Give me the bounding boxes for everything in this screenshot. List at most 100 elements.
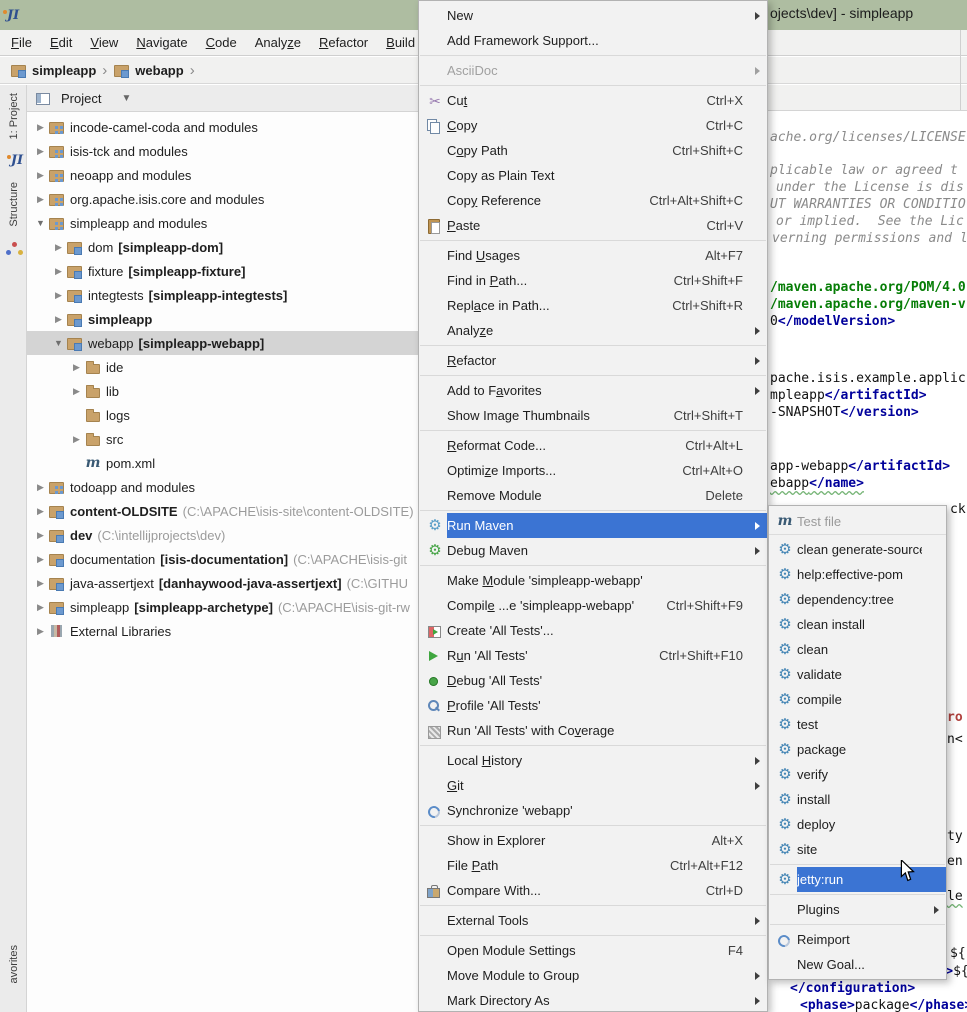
submenu-item-clean-install[interactable]: clean install — [769, 612, 946, 637]
tree-collapsed-icon[interactable] — [51, 314, 66, 325]
context-menu-item-debug-all-tests[interactable]: Debug 'All Tests' — [419, 668, 767, 693]
tree-item-simpleapp-and-modules[interactable]: simpleapp and modules — [27, 211, 430, 235]
breadcrumb-item-webapp[interactable]: webapp — [113, 62, 183, 78]
context-menu-item-paste[interactable]: PasteCtrl+V — [419, 213, 767, 238]
context-menu-item-asciidoc[interactable]: AsciiDoc — [419, 58, 767, 83]
context-menu-item-local-history[interactable]: Local History — [419, 748, 767, 773]
tree-collapsed-icon[interactable] — [33, 626, 48, 637]
tree-item-simpleapp[interactable]: simpleapp — [27, 307, 430, 331]
context-menu-item-run-all-tests[interactable]: Run 'All Tests'Ctrl+Shift+F10 — [419, 643, 767, 668]
tree-collapsed-icon[interactable] — [33, 530, 48, 541]
tree-collapsed-icon[interactable] — [33, 506, 48, 517]
submenu-item-install[interactable]: install — [769, 787, 946, 812]
submenu-item-plugins[interactable]: Plugins — [769, 897, 946, 922]
tree-item-todoapp-and-modules[interactable]: todoapp and modules — [27, 475, 430, 499]
submenu-item-reimport[interactable]: Reimport — [769, 927, 946, 952]
hierarchy-icon[interactable] — [6, 241, 22, 257]
tree-item-content-oldsite[interactable]: content-OLDSITE(C:\APACHE\isis-site\cont… — [27, 499, 430, 523]
project-panel-header[interactable]: Project ▼ — [27, 85, 430, 112]
tree-item-src[interactable]: src — [27, 427, 430, 451]
tree-collapsed-icon[interactable] — [33, 482, 48, 493]
tree-collapsed-icon[interactable] — [33, 578, 48, 589]
context-menu-item-profile-all-tests[interactable]: Profile 'All Tests' — [419, 693, 767, 718]
context-menu-item-show-image-thumbnails[interactable]: Show Image ThumbnailsCtrl+Shift+T — [419, 403, 767, 428]
submenu-item-package[interactable]: package — [769, 737, 946, 762]
tree-expanded-icon[interactable] — [33, 218, 48, 228]
context-menu-item-replace-in-path[interactable]: Replace in Path...Ctrl+Shift+R — [419, 293, 767, 318]
submenu-item-deploy[interactable]: deploy — [769, 812, 946, 837]
tree-item-fixture[interactable]: fixture[simpleapp-fixture] — [27, 259, 430, 283]
tree-collapsed-icon[interactable] — [51, 266, 66, 277]
context-menu-item-new[interactable]: New — [419, 3, 767, 28]
context-menu-item-copy-path[interactable]: Copy PathCtrl+Shift+C — [419, 138, 767, 163]
tree-collapsed-icon[interactable] — [33, 122, 48, 133]
tree-item-incode-camel-coda-and-modules[interactable]: incode-camel-coda and modules — [27, 115, 430, 139]
tool-window-button-favorites[interactable]: avorites — [8, 945, 20, 984]
submenu-item-site[interactable]: site — [769, 837, 946, 862]
tool-window-button-project[interactable]: 1: Project — [8, 93, 20, 139]
tree-collapsed-icon[interactable] — [33, 554, 48, 565]
tree-item-neoapp-and-modules[interactable]: neoapp and modules — [27, 163, 430, 187]
context-menu-item-analyze[interactable]: Analyze — [419, 318, 767, 343]
tree-item-java-assertjext[interactable]: java-assertjext[danhaywood-java-assertje… — [27, 571, 430, 595]
submenu-item-verify[interactable]: verify — [769, 762, 946, 787]
tree-item-dev[interactable]: dev(C:\intellijprojects\dev) — [27, 523, 430, 547]
tree-item-pom-xml[interactable]: pom.xml — [27, 451, 430, 475]
context-menu-item-remove-module[interactable]: Remove ModuleDelete — [419, 483, 767, 508]
tree-item-dom[interactable]: dom[simpleapp-dom] — [27, 235, 430, 259]
breadcrumb-item-simpleapp[interactable]: simpleapp — [10, 62, 96, 78]
submenu-item-jetty-run[interactable]: jetty:run — [769, 867, 946, 892]
context-menu-item-open-module-settings[interactable]: Open Module SettingsF4 — [419, 938, 767, 963]
tree-collapsed-icon[interactable] — [33, 146, 48, 157]
context-menu-item-external-tools[interactable]: External Tools — [419, 908, 767, 933]
submenu-item-test[interactable]: test — [769, 712, 946, 737]
context-menu-item-reformat-code[interactable]: Reformat Code...Ctrl+Alt+L — [419, 433, 767, 458]
context-menu-item-compare-with[interactable]: Compare With...Ctrl+D — [419, 878, 767, 903]
submenu-item-new-goal[interactable]: New Goal... — [769, 952, 946, 977]
context-menu-item-mark-directory-as[interactable]: Mark Directory As — [419, 988, 767, 1012]
tree-collapsed-icon[interactable] — [33, 602, 48, 613]
tree-item-lib[interactable]: lib — [27, 379, 430, 403]
tree-collapsed-icon[interactable] — [51, 242, 66, 253]
context-menu-item-copy-reference[interactable]: Copy ReferenceCtrl+Alt+Shift+C — [419, 188, 767, 213]
menubar-item-refactor[interactable]: Refactor — [310, 31, 377, 54]
tree-collapsed-icon[interactable] — [69, 434, 84, 445]
tree-item-isis-tck-and-modules[interactable]: isis-tck and modules — [27, 139, 430, 163]
context-menu-item-copy-as-plain-text[interactable]: Copy as Plain Text — [419, 163, 767, 188]
menubar-item-file[interactable]: File — [2, 31, 41, 54]
context-menu-item-refactor[interactable]: Refactor — [419, 348, 767, 373]
submenu-item-clean[interactable]: clean — [769, 637, 946, 662]
context-menu-item-run-all-tests-with-coverage[interactable]: Run 'All Tests' with Coverage — [419, 718, 767, 743]
context-menu-item-git[interactable]: Git — [419, 773, 767, 798]
context-menu-item-optimize-imports[interactable]: Optimize Imports...Ctrl+Alt+O — [419, 458, 767, 483]
menubar-item-navigate[interactable]: Navigate — [127, 31, 196, 54]
tree-collapsed-icon[interactable] — [51, 290, 66, 301]
tree-collapsed-icon[interactable] — [33, 170, 48, 181]
context-menu-item-compile-e-simpleapp-webapp[interactable]: Compile ...e 'simpleapp-webapp'Ctrl+Shif… — [419, 593, 767, 618]
tree-item-logs[interactable]: logs — [27, 403, 430, 427]
chevron-down-icon[interactable]: ▼ — [121, 93, 131, 104]
context-menu-item-synchronize-webapp[interactable]: Synchronize 'webapp' — [419, 798, 767, 823]
menubar-item-view[interactable]: View — [81, 31, 127, 54]
tree-collapsed-icon[interactable] — [33, 194, 48, 205]
intellij-logo-icon[interactable]: JI — [11, 153, 23, 168]
context-menu-item-make-module-simpleapp-webapp[interactable]: Make Module 'simpleapp-webapp' — [419, 568, 767, 593]
tree-collapsed-icon[interactable] — [69, 386, 84, 397]
menubar-item-edit[interactable]: Edit — [41, 31, 81, 54]
submenu-item-help-effective-pom[interactable]: help:effective-pom — [769, 562, 946, 587]
context-menu-item-move-module-to-group[interactable]: Move Module to Group — [419, 963, 767, 988]
tree-item-external-libraries[interactable]: External Libraries — [27, 619, 430, 643]
submenu-item-clean-generate-sources[interactable]: clean generate-sources — [769, 537, 946, 562]
menubar-item-code[interactable]: Code — [197, 31, 246, 54]
tree-item-simpleapp[interactable]: simpleapp[simpleapp-archetype](C:\APACHE… — [27, 595, 430, 619]
context-menu-item-copy[interactable]: CopyCtrl+C — [419, 113, 767, 138]
context-menu-item-create-all-tests[interactable]: Create 'All Tests'... — [419, 618, 767, 643]
context-menu-item-run-maven[interactable]: Run Maven — [419, 513, 767, 538]
tree-item-documentation[interactable]: documentation[isis-documentation](C:\APA… — [27, 547, 430, 571]
context-menu-item-show-in-explorer[interactable]: Show in ExplorerAlt+X — [419, 828, 767, 853]
context-menu-item-find-in-path[interactable]: Find in Path...Ctrl+Shift+F — [419, 268, 767, 293]
submenu-item-validate[interactable]: validate — [769, 662, 946, 687]
tree-item-org-apache-isis-core-and-modules[interactable]: org.apache.isis.core and modules — [27, 187, 430, 211]
context-menu-item-debug-maven[interactable]: Debug Maven — [419, 538, 767, 563]
tree-item-webapp[interactable]: webapp[simpleapp-webapp] — [27, 331, 430, 355]
